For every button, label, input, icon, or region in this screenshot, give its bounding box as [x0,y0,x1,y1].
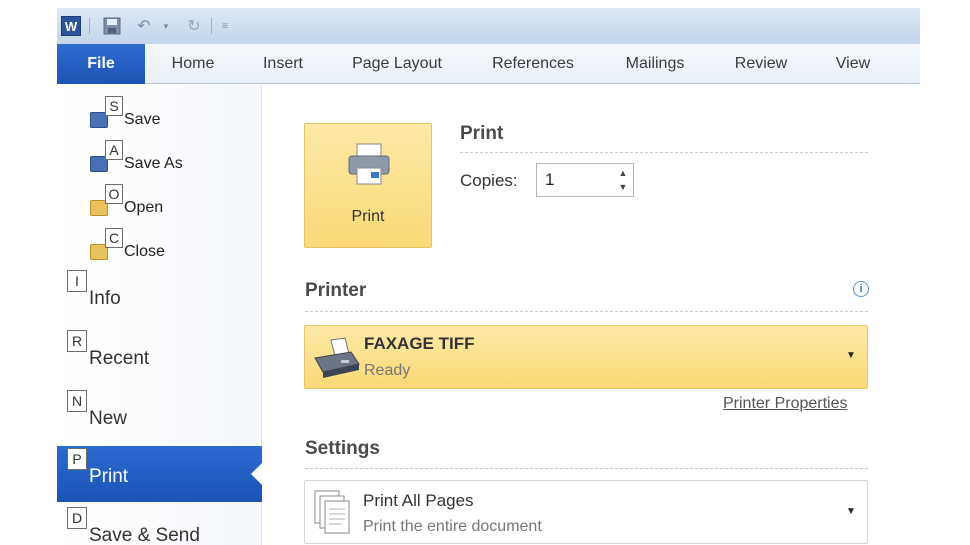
customize-icon[interactable]: ≡ [219,16,231,36]
nav-tab-recent[interactable]: R Recent [57,328,262,384]
tab-insert[interactable]: Insert [247,44,319,84]
nav-tab-print[interactable]: P Print [57,446,263,502]
spin-down-icon[interactable]: ▼ [614,180,632,194]
nav-tab-save-and-send[interactable]: D Save & Send [57,505,262,545]
ribbon-tabs: File Home Insert Page Layout References … [57,44,920,84]
spin-up-icon[interactable]: ▲ [614,166,632,180]
chevron-down-icon: ▼ [846,505,856,517]
print-pages-option: Print All Pages [363,491,474,510]
tab-page-layout[interactable]: Page Layout [337,44,457,84]
keytip: O [105,184,123,204]
nav-command-save[interactable]: S Save [87,96,257,133]
nav-tab-label: New [89,408,128,429]
nav-tab-label: Info [89,288,121,309]
nav-command-label: Close [124,243,165,260]
undo-icon[interactable]: ↶ [135,16,153,36]
nav-tab-label: Print [89,466,129,487]
pages-icon [314,490,350,534]
tab-home[interactable]: Home [157,44,229,84]
divider [305,468,868,469]
printer-heading: Printer [305,280,367,301]
print-heading: Print [460,123,504,144]
nav-tab-label: Save & Send [89,525,200,545]
info-icon[interactable]: i [853,281,869,297]
nav-tab-info[interactable]: I Info [57,268,262,324]
nav-command-label: Save As [124,155,183,172]
print-button[interactable]: Print [304,123,432,248]
tab-review[interactable]: Review [721,44,801,84]
nav-command-close[interactable]: C Close [87,228,257,265]
tab-mailings[interactable]: Mailings [609,44,701,84]
printer-dropdown[interactable]: FAXAGE TIFF Ready ▼ [304,325,868,389]
tab-file[interactable]: File [57,44,145,84]
print-button-label: Print [351,208,385,225]
keytip: I [67,270,87,292]
nav-command-label: Open [124,199,164,216]
nav-command-label: Save [124,111,161,128]
nav-tab-new[interactable]: N New [57,388,262,444]
qat-separator [89,18,90,34]
save-icon[interactable] [103,16,121,36]
print-pages-dropdown[interactable]: Print All Pages Print the entire documen… [304,480,868,544]
printer-icon [348,143,390,185]
printer-name: FAXAGE TIFF [364,334,475,353]
printer-properties-link[interactable]: Printer Properties [723,395,848,413]
keytip: S [105,96,123,116]
settings-heading: Settings [305,438,380,459]
word-window: W ↶ ▼ ↻ ≡ File Home Insert Page Layout R… [57,8,920,545]
word-app-icon[interactable]: W [61,16,81,36]
divider [460,152,868,153]
divider [305,311,868,312]
tab-references[interactable]: References [477,44,589,84]
fax-printer-icon [314,337,360,378]
nav-command-open[interactable]: O Open [87,184,257,221]
nav-command-save-as[interactable]: A Save As [87,140,257,177]
keytip: R [67,330,87,352]
nav-tab-label: Recent [89,348,150,369]
keytip: P [67,448,87,470]
redo-icon[interactable]: ↻ [185,16,203,36]
chevron-down-icon[interactable]: ▼ [161,16,171,36]
keytip: C [105,228,123,248]
copies-stepper: ▲ ▼ [614,166,632,194]
copies-label: Copies: [460,171,518,190]
keytip: N [67,390,87,412]
tab-view[interactable]: View [821,44,885,84]
title-bar: W ↶ ▼ ↻ ≡ [57,8,920,44]
keytip: D [67,507,87,529]
printer-status: Ready [364,362,411,379]
chevron-down-icon: ▼ [846,349,856,361]
backstage-nav: S Save A Save As O Open C Close I Info R… [57,85,263,545]
print-pane: Print Print Copies: ▲ ▼ Printer i FAXAGE… [263,85,920,545]
keytip: A [105,140,123,160]
qat-separator [211,18,212,34]
print-pages-description: Print the entire document [363,518,542,535]
